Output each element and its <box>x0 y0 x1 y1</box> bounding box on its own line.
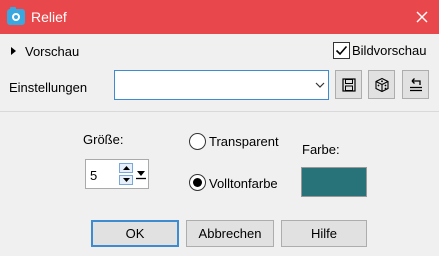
size-value[interactable]: 5 <box>90 168 97 183</box>
save-preset-button[interactable] <box>335 70 362 99</box>
size-stepper[interactable]: 5 <box>85 159 149 189</box>
close-icon <box>416 11 428 23</box>
randomize-button[interactable] <box>368 70 395 99</box>
reset-button[interactable] <box>402 70 429 99</box>
size-label: Größe: <box>83 132 124 147</box>
expand-arrow-icon[interactable] <box>11 47 16 55</box>
title-bar: Relief <box>0 0 439 34</box>
window-title: Relief <box>31 9 67 25</box>
image-preview-label[interactable]: Bildvorschau <box>352 43 426 58</box>
close-button[interactable] <box>405 0 439 34</box>
divider <box>0 111 439 112</box>
checkmark-icon <box>335 45 348 56</box>
increment-arrow-icon[interactable] <box>119 163 133 173</box>
size-dropdown-icon[interactable] <box>135 161 147 187</box>
settings-row: Einstellungen <box>0 70 439 104</box>
decrement-arrow-icon[interactable] <box>119 175 133 185</box>
solid-color-label[interactable]: Volltonfarbe <box>209 176 278 191</box>
camera-icon <box>7 7 25 25</box>
transparent-radio[interactable] <box>189 133 206 150</box>
reset-arrow-icon <box>409 77 422 91</box>
settings-select[interactable] <box>114 70 329 100</box>
preview-label[interactable]: Vorschau <box>25 44 79 59</box>
cancel-button[interactable]: Abbrechen <box>186 220 274 247</box>
color-swatch[interactable] <box>301 167 367 197</box>
solid-color-radio[interactable] <box>189 174 206 191</box>
color-label: Farbe: <box>302 142 340 157</box>
chevron-down-icon[interactable] <box>311 71 328 99</box>
preview-row: Vorschau Bildvorschau <box>0 34 439 70</box>
image-preview-checkbox[interactable] <box>333 42 350 59</box>
transparent-label[interactable]: Transparent <box>209 134 279 149</box>
dice-icon <box>374 77 389 92</box>
settings-label: Einstellungen <box>9 80 88 95</box>
floppy-disk-icon <box>341 77 356 92</box>
help-button[interactable]: Hilfe <box>281 220 367 247</box>
ok-button[interactable]: OK <box>91 220 179 247</box>
